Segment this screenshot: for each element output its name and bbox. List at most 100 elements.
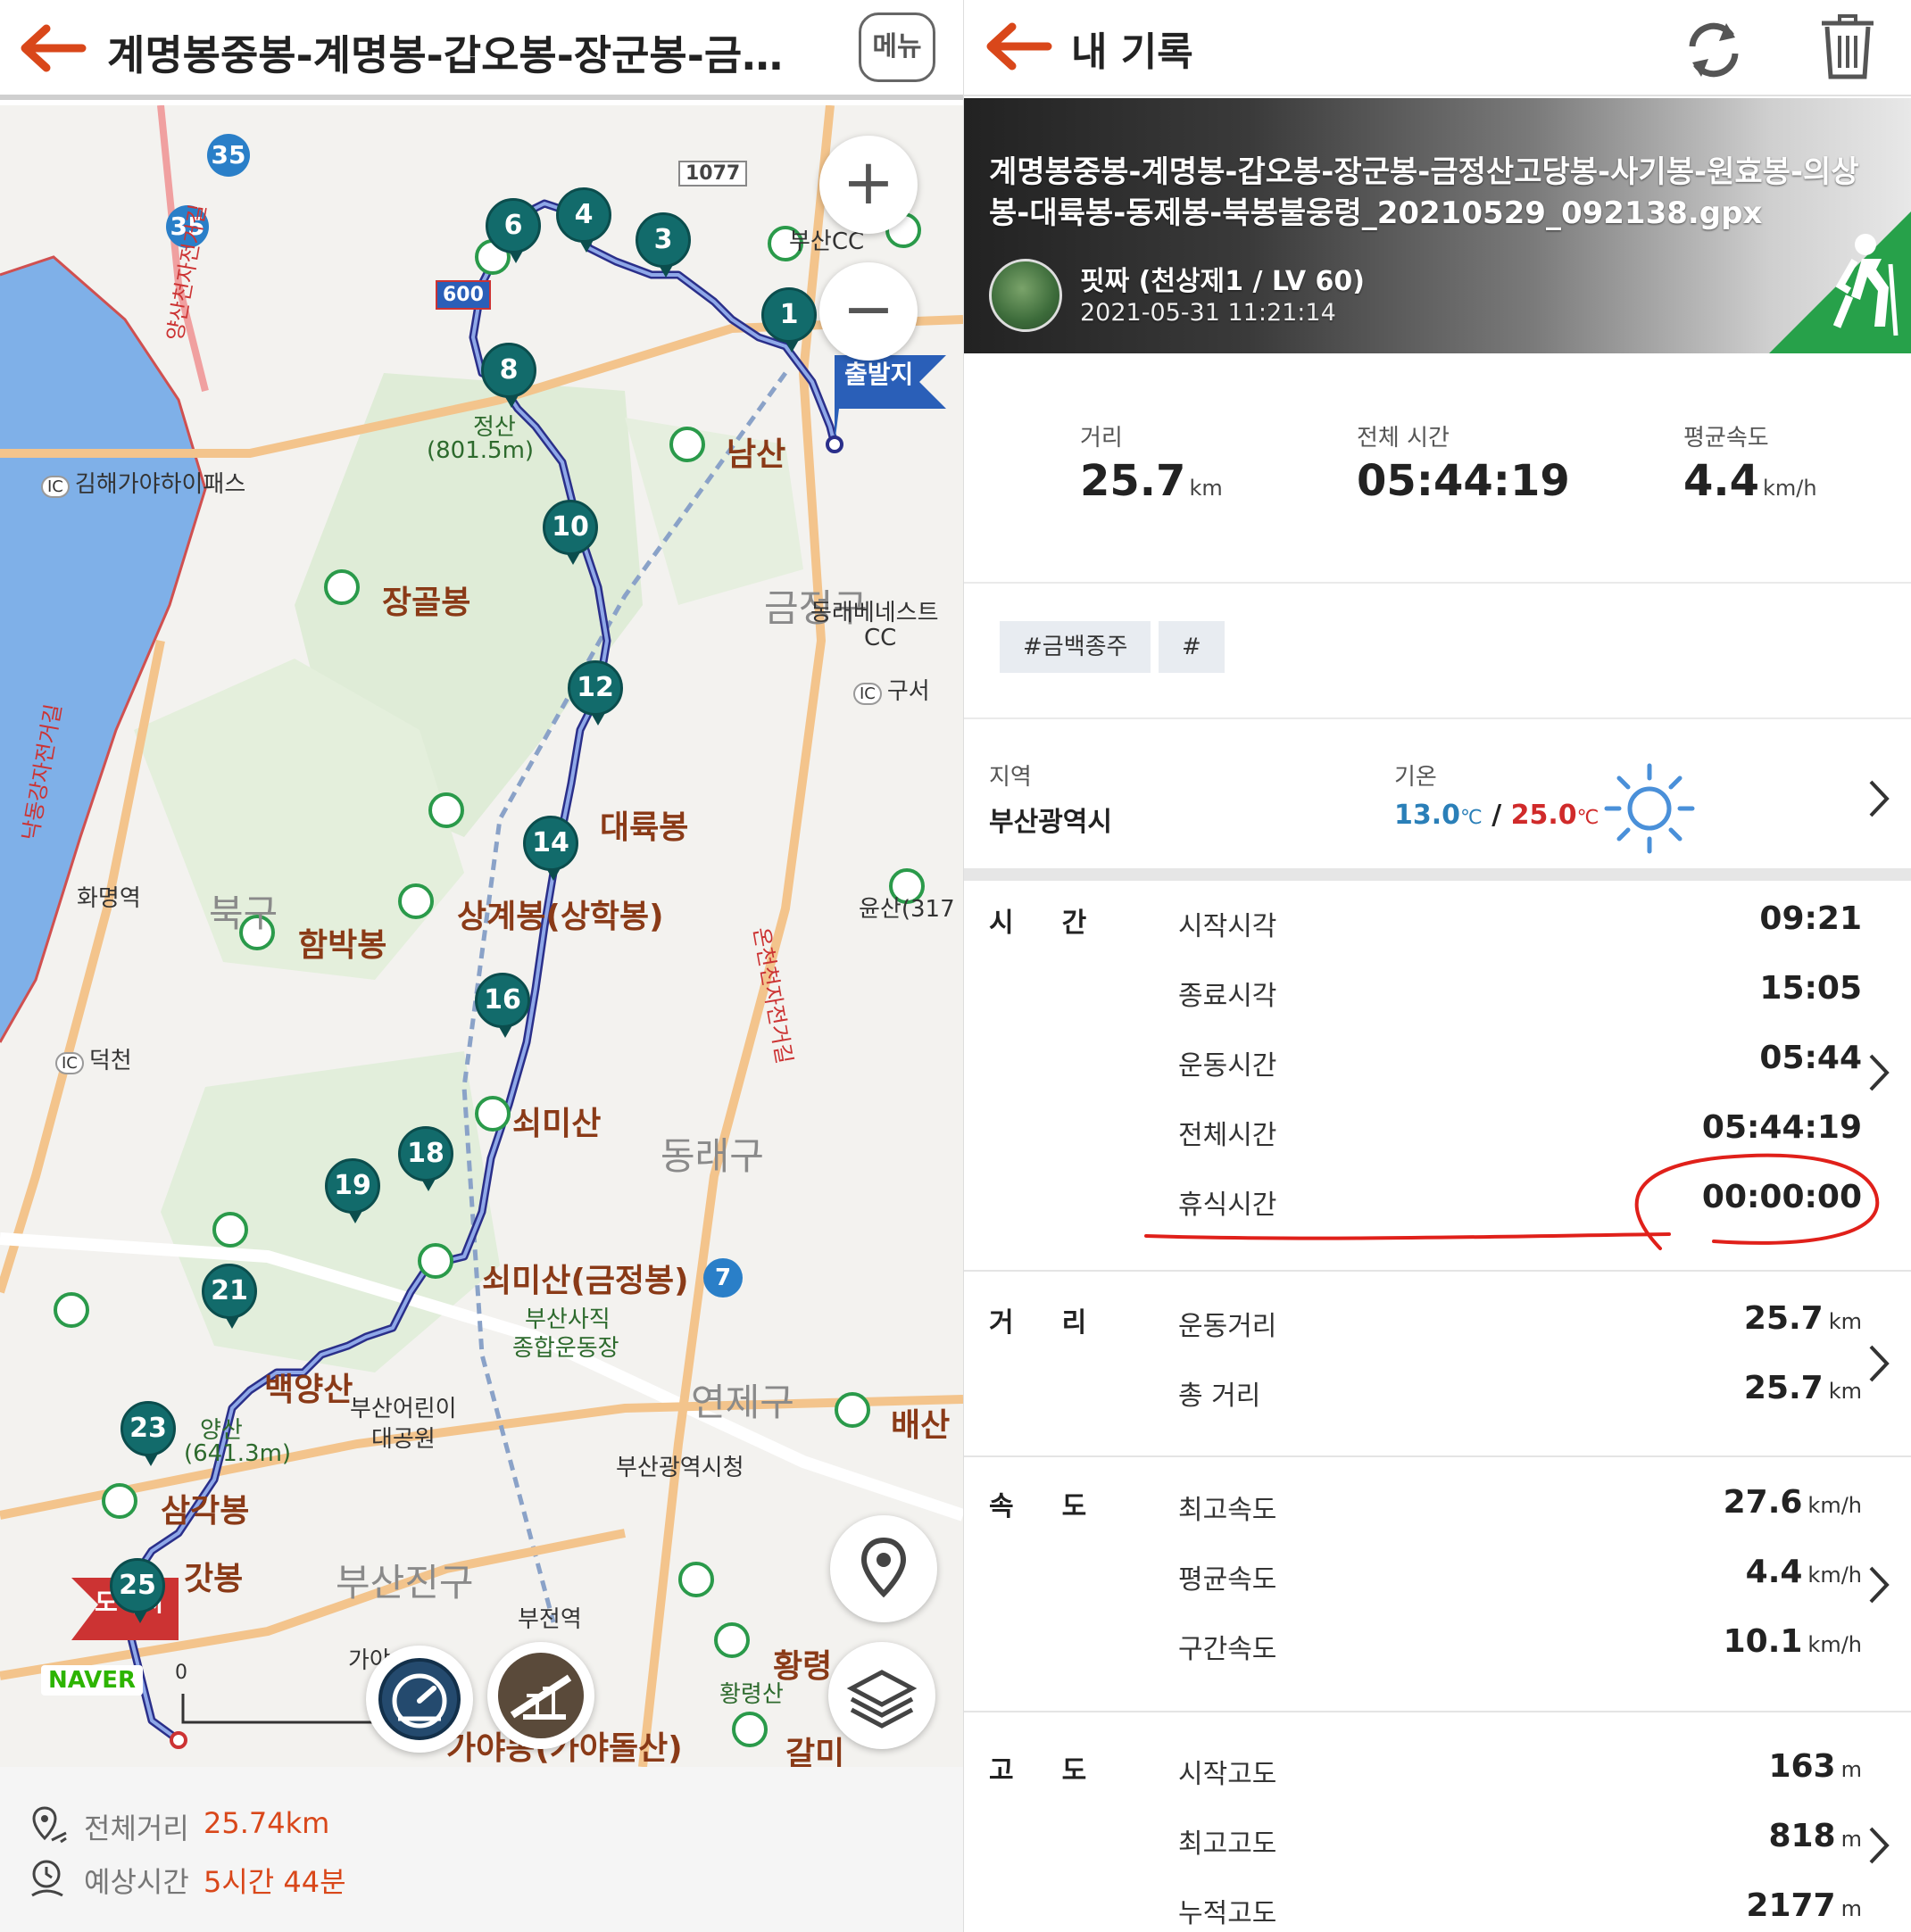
waypoint-marker[interactable]: 3 xyxy=(636,212,691,278)
user-name[interactable]: 핏짜 (천상제1 / LV 60) xyxy=(1080,259,1365,298)
label-yunsan: 윤산(317 xyxy=(859,896,955,923)
elevation-icon xyxy=(498,1653,584,1738)
region-weather-row[interactable]: 지역 부산광역시 기온 13.0℃ / 25.0℃ xyxy=(964,721,1911,868)
temperature-value: 13.0℃ / 25.0℃ xyxy=(1394,800,1599,831)
elevation-button[interactable] xyxy=(487,1642,594,1749)
waypoint-marker[interactable]: 12 xyxy=(568,660,623,726)
tag-chip[interactable]: #금백종주 xyxy=(1000,621,1151,673)
stat-total-time: 전체 시간 05:44:19 xyxy=(1357,419,1570,506)
speedometer-button[interactable] xyxy=(366,1646,473,1753)
road xyxy=(638,105,835,1767)
stat-distance-unit: km xyxy=(1189,476,1223,501)
waypoint-marker[interactable]: 6 xyxy=(486,198,541,263)
row-value: 10.1 xyxy=(1723,1623,1803,1660)
temp-high-unit: ℃ xyxy=(1576,807,1599,829)
label-city-hall: 부산광역시청 xyxy=(616,1455,744,1481)
back-arrow-icon[interactable] xyxy=(16,21,87,75)
time-section[interactable]: 시간 시작시각 09:21 종료시각 15:05 운동시간 05:44 전체시간 05:… xyxy=(964,881,1911,1272)
stat-total-time-label: 전체 시간 xyxy=(1357,425,1450,452)
distance-section[interactable]: 거리 운동거리 25.7 km 총 거리 25.7 km xyxy=(964,1272,1911,1457)
stat-distance: 거리 25.7 km xyxy=(1080,419,1223,506)
label-buk-gu: 북구 xyxy=(209,891,278,935)
label-hwangnyeongsan: 황령산 xyxy=(719,1681,784,1708)
waypoint-marker[interactable]: 14 xyxy=(523,816,578,881)
zoom-out-button[interactable]: − xyxy=(819,262,918,361)
waypoint-marker[interactable]: 4 xyxy=(556,187,611,253)
page-title: 내 기록 xyxy=(1071,29,1193,75)
altitude-row-start: 시작고도 163 m xyxy=(964,1746,1911,1796)
row-unit: km xyxy=(1828,1309,1862,1334)
waypoint-marker[interactable]: 1 xyxy=(761,287,817,352)
distance-row-moving: 운동거리 25.7 km xyxy=(964,1298,1911,1348)
stat-avg-speed-value-wrap: 4.4 km/h xyxy=(1683,456,1817,506)
altitude-section[interactable]: 고도 시작고도 163 m 최고고도 818 m 누적고도 2177 m xyxy=(964,1712,1911,1932)
row-value: 2177 xyxy=(1746,1887,1836,1924)
menu-button[interactable]: 메뉴 xyxy=(859,12,935,82)
waypoint-marker[interactable]: 10 xyxy=(543,500,598,565)
stat-avg-speed-label: 평균속도 xyxy=(1683,425,1769,452)
estimated-time-value: 5시간 44분 xyxy=(204,1865,346,1899)
waypoint-marker[interactable]: 25 xyxy=(110,1558,165,1623)
waypoint-marker[interactable]: 23 xyxy=(120,1401,176,1466)
label-janggolbong: 장골봉 xyxy=(382,585,471,621)
temp-high: 25.0 xyxy=(1510,800,1577,831)
time-row-moving: 운동시간 05:44 xyxy=(964,1038,1911,1088)
stat-total-time-value: 05:44:19 xyxy=(1357,456,1570,506)
total-distance-value: 25.74km xyxy=(204,1806,330,1840)
clock-hiker-icon xyxy=(31,1860,63,1897)
waypoint-marker[interactable]: 21 xyxy=(202,1264,257,1329)
label-soemisan: 쇠미산 xyxy=(512,1106,602,1142)
waypoint-marker[interactable]: 18 xyxy=(398,1126,453,1191)
row-unit: km/h xyxy=(1807,1632,1862,1657)
back-arrow-icon[interactable] xyxy=(982,20,1053,73)
row-value: 05:44 xyxy=(1759,1040,1862,1076)
label-childrens-park2: 대공원 xyxy=(371,1426,436,1453)
row-label: 시작시각 xyxy=(1178,911,1277,942)
trash-icon[interactable] xyxy=(1816,11,1879,82)
label-hwamyeong-station: 화명역 xyxy=(77,885,141,912)
speed-section[interactable]: 속도 최고속도 27.6 km/h 평균속도 4.4 km/h 구간속도 10.1 km/h xyxy=(964,1457,1911,1712)
map-view[interactable]: 남산 장골봉 대륙봉 상계봉(상학봉) 함박봉 북구 쇠미산 동래구 쇠미산(금… xyxy=(0,105,963,1767)
stat-distance-value: 25.7 xyxy=(1080,456,1186,506)
label-namsan: 남산 xyxy=(727,436,786,473)
refresh-icon[interactable] xyxy=(1678,14,1749,86)
zoom-in-button[interactable]: + xyxy=(819,136,918,234)
tag-chip[interactable]: # xyxy=(1159,621,1225,673)
temp-low: 13.0 xyxy=(1394,800,1461,831)
chevron-right-icon[interactable] xyxy=(1865,1563,1892,1607)
chevron-right-icon[interactable] xyxy=(1865,776,1892,821)
waypoint-marker[interactable]: 8 xyxy=(481,343,536,408)
row-unit: km/h xyxy=(1807,1563,1862,1588)
layers-button[interactable] xyxy=(828,1642,935,1749)
row-label: 평균속도 xyxy=(1178,1564,1277,1596)
scale-bar xyxy=(181,1694,375,1724)
sun-icon xyxy=(1604,763,1695,854)
label-busanjin-gu: 부산진구 xyxy=(336,1561,474,1604)
stat-avg-speed: 평균속도 4.4 km/h xyxy=(1683,419,1817,506)
chevron-right-icon[interactable] xyxy=(1865,1050,1892,1095)
row-label: 운동거리 xyxy=(1178,1311,1277,1342)
location-button[interactable] xyxy=(830,1515,937,1622)
chevron-right-icon[interactable] xyxy=(1865,1341,1892,1386)
waypoint-marker[interactable]: 16 xyxy=(475,973,530,1038)
label-baekyangsan: 백양산 xyxy=(264,1372,353,1408)
altitude-row-max: 최고고도 818 m xyxy=(964,1816,1911,1866)
label-baekyangsan-height2: (641.3m) xyxy=(184,1440,292,1467)
right-panel: 내 기록 계명봉중봉-계명봉-갑오봉-장군봉-금정산고당봉-사기봉-원효봉-의상… xyxy=(963,0,1911,1932)
avatar[interactable] xyxy=(989,259,1062,332)
label-samgakbong: 삼각봉 xyxy=(161,1493,250,1530)
row-label: 누적고도 xyxy=(1178,1898,1277,1929)
row-value: 05:44:19 xyxy=(1701,1109,1862,1146)
temp-low-unit: ℃ xyxy=(1460,807,1483,829)
row-value-wrap: 27.6 km/h xyxy=(1724,1484,1862,1521)
row-label: 전체시간 xyxy=(1178,1120,1277,1151)
waypoint-marker[interactable]: 19 xyxy=(325,1158,380,1223)
label-hambakbong: 함박봉 xyxy=(298,927,387,964)
row-value: 25.7 xyxy=(1743,1370,1824,1406)
row-unit: m xyxy=(1840,1827,1862,1852)
route-title: 계명봉중봉-계명봉-갑오봉-장군봉-금정... xyxy=(107,31,803,79)
row-unit: m xyxy=(1840,1896,1862,1921)
label-bujeon-station: 부전역 xyxy=(518,1606,582,1633)
record-date: 2021-05-31 11:21:14 xyxy=(1080,299,1336,327)
chevron-right-icon[interactable] xyxy=(1865,1823,1892,1868)
